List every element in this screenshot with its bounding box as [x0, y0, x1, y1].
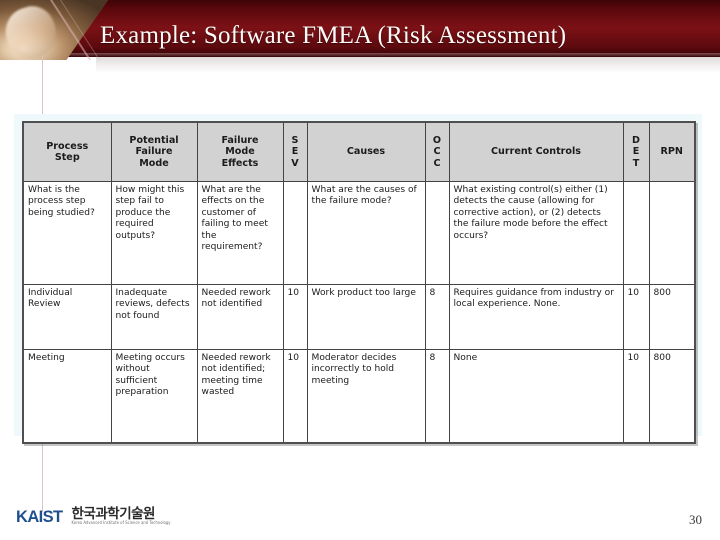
- col-header-det: DET: [622, 121, 650, 182]
- slide-header-banner: Example: Software FMEA (Risk Assessment): [0, 0, 720, 60]
- cell-occ: 8: [424, 349, 450, 444]
- banner-drop-shadow: [96, 57, 720, 73]
- col-header-occ: OCC: [424, 121, 450, 182]
- col-header-causes: Causes: [306, 121, 426, 182]
- cell-process-step: What is the process step being studied?: [22, 181, 112, 285]
- cell-current-controls: What existing control(s) either (1) dete…: [448, 181, 624, 285]
- cell-rpn: [648, 181, 696, 285]
- col-header-potential-failure-mode: Potential Failure Mode: [110, 121, 198, 182]
- cell-potential-failure-mode: Inadequate reviews, defects not found: [110, 284, 198, 350]
- col-header-rpn: RPN: [648, 121, 696, 182]
- cell-det: 10: [622, 284, 650, 350]
- cell-causes: What are the causes of the failure mode?: [306, 181, 426, 285]
- cell-process-step: Meeting: [22, 349, 112, 444]
- fmea-risk-assessment-table: Process Step Potential Failure Mode Failure…: [22, 121, 696, 444]
- col-header-process-step: Process Step: [22, 121, 112, 182]
- page-number: 30: [689, 512, 702, 527]
- col-header-failure-mode-effects: Failure Mode Effects: [196, 121, 284, 182]
- cell-det: 10: [622, 349, 650, 444]
- cell-sev: 10: [282, 349, 308, 444]
- cell-failure-mode-effects: What are the effects on the customer of …: [196, 181, 284, 285]
- table-row: Individual Review Inadequate reviews, de…: [22, 284, 696, 350]
- cell-occ: 8: [424, 284, 450, 350]
- col-header-current-controls: Current Controls: [448, 121, 624, 182]
- cell-failure-mode-effects: Needed rework not identified; meeting ti…: [196, 349, 284, 444]
- cell-sev: 10: [282, 284, 308, 350]
- cell-sev: [282, 181, 308, 285]
- cell-process-step: Individual Review: [22, 284, 112, 350]
- cell-causes: Moderator decides incorrectly to hold me…: [306, 349, 426, 444]
- page-title: Example: Software FMEA (Risk Assessment): [100, 22, 567, 49]
- cell-occ: [424, 181, 450, 285]
- slide-canvas: Example: Software FMEA (Risk Assessment)…: [0, 0, 720, 540]
- cell-causes: Work product too large: [306, 284, 426, 350]
- kaist-korean-wordmark-group: 한국과학기술원 Korea Advanced Institute of Scie…: [72, 507, 171, 526]
- cell-potential-failure-mode: Meeting occurs without sufficient prepar…: [110, 349, 198, 444]
- cell-current-controls: None: [448, 349, 624, 444]
- table-row: Meeting Meeting occurs without sufficien…: [22, 349, 696, 444]
- fmea-table-figure: Process Step Potential Failure Mode Failure…: [14, 114, 702, 444]
- cell-potential-failure-mode: How might this step fail to produce the …: [110, 181, 198, 285]
- kaist-logo: KAIST 한국과학기술원 Korea Advanced Institute o…: [16, 507, 171, 526]
- kaist-korean-name: 한국과학기술원: [71, 506, 156, 522]
- cell-rpn: 800: [648, 349, 696, 444]
- table-row: What is the process step being studied? …: [22, 181, 696, 285]
- kaist-english-name: Korea Advanced Institute of Science and …: [71, 520, 171, 526]
- cell-current-controls: Requires guidance from industry or local…: [448, 284, 624, 350]
- kaist-wordmark: KAIST: [16, 507, 63, 526]
- cell-det: [622, 181, 650, 285]
- cell-rpn: 800: [648, 284, 696, 350]
- col-header-sev: SEV: [282, 121, 308, 182]
- cell-failure-mode-effects: Needed rework not identified: [196, 284, 284, 350]
- table-header-row: Process Step Potential Failure Mode Failure…: [22, 121, 696, 182]
